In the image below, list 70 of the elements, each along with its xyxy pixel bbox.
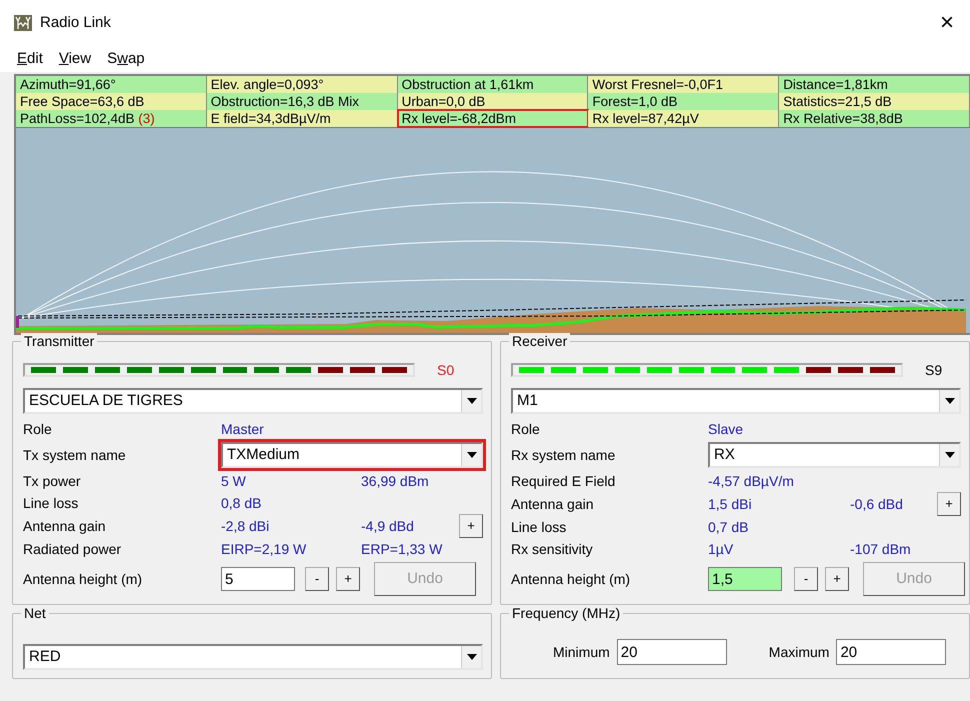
info-value: Obstruction=16,3 dB Mix xyxy=(206,93,398,110)
field-label: Tx power xyxy=(23,472,82,491)
info-value: Forest=1,0 dB xyxy=(588,93,780,110)
field-label: Rx sensitivity xyxy=(511,540,594,559)
field-value: -4,57 dBµV/m xyxy=(708,472,795,491)
field-value: -2,8 dBi xyxy=(221,516,270,536)
window-title: Radio Link xyxy=(40,12,111,33)
field-label: Required E Field xyxy=(511,472,616,491)
plus-button[interactable]: + xyxy=(937,492,961,516)
menu-item[interactable]: Swap xyxy=(100,48,152,70)
field-value: ERP=1,33 W xyxy=(361,540,444,558)
station-select[interactable]: ESCUELA DE TIGRES xyxy=(23,388,483,414)
plus-button[interactable]: + xyxy=(459,514,483,538)
field-value: Master xyxy=(221,420,265,438)
maximum-field[interactable]: 20 xyxy=(836,639,946,665)
info-value: Rx level=87,42µV xyxy=(588,110,780,127)
app-icon xyxy=(14,15,32,31)
meter-reading: S0 xyxy=(437,360,454,380)
menu-item[interactable]: Edit xyxy=(10,48,50,70)
dropdown-arrow-icon xyxy=(466,398,476,404)
field-label: Rx system name xyxy=(511,446,616,465)
net-select[interactable]: RED xyxy=(23,644,483,670)
field-value: 0,7 dB xyxy=(708,518,750,536)
info-value: Worst Fresnel=-0,0F1 xyxy=(588,76,780,93)
field-label: Tx system name xyxy=(23,446,127,465)
info-value: Statistics=21,5 dB xyxy=(779,93,970,110)
info-value: Obstruction at 1,61km xyxy=(398,76,588,93)
info-value: E field=34,3dBµV/m xyxy=(206,110,398,127)
group-title: Frequency (MHz) xyxy=(509,605,624,622)
meter-reading: S9 xyxy=(925,360,942,380)
field-label: Line loss xyxy=(23,494,80,512)
field-value: Slave xyxy=(708,420,744,438)
field-value: -0,6 dBd xyxy=(850,494,903,514)
field-value: 1,5 dBi xyxy=(708,494,753,514)
field-label: Antenna height (m) xyxy=(511,570,632,589)
minimum-field[interactable]: 20 xyxy=(616,639,727,665)
system-select[interactable]: TXMedium xyxy=(221,442,483,468)
dropdown-arrow-icon xyxy=(466,654,476,660)
dropdown-arrow-icon xyxy=(944,452,954,458)
field-label: Minimum xyxy=(553,642,610,662)
field-label: Antenna height (m) xyxy=(23,570,144,589)
info-value: Rx level=-68,2dBm xyxy=(398,110,588,127)
menu-item[interactable]: View xyxy=(52,48,98,70)
field-value: 0,8 dB xyxy=(221,494,262,512)
info-value: Urban=0,0 dB xyxy=(398,93,588,110)
info-value: PathLoss=102,4dB xyxy=(20,111,136,126)
dropdown-arrow-icon xyxy=(944,398,954,404)
field-label: Maximum xyxy=(768,642,830,662)
note-mark: (3) xyxy=(138,111,155,126)
field-value: 1µV xyxy=(708,540,734,559)
system-select[interactable]: RX xyxy=(708,442,961,468)
field-label: Line loss xyxy=(511,518,568,536)
dropdown-arrow-icon xyxy=(466,452,476,458)
field-value: -107 dBm xyxy=(850,540,912,558)
info-value: Rx Relative=38,8dB xyxy=(779,110,970,127)
info-value: Free Space=63,6 dB xyxy=(16,93,207,110)
field-label: Antenna gain xyxy=(23,516,107,536)
station-select[interactable]: M1 xyxy=(511,388,961,414)
info-value: Elev. angle=0,093° xyxy=(206,76,398,93)
field-value: -4,9 dBd xyxy=(361,516,414,536)
field-label: Role xyxy=(23,420,53,438)
close-button[interactable]: × xyxy=(924,7,970,39)
field-label: Radiated power xyxy=(23,540,122,559)
field-value: 36,99 dBm xyxy=(361,472,430,490)
info-value: Azimuth=91,66° xyxy=(16,76,207,93)
field-value: EIRP=2,19 W xyxy=(221,540,308,558)
field-value: 5 W xyxy=(221,472,247,490)
field-label: Antenna gain xyxy=(511,494,595,514)
field-label: Role xyxy=(511,420,541,438)
info-value: Distance=1,81km xyxy=(779,76,970,93)
